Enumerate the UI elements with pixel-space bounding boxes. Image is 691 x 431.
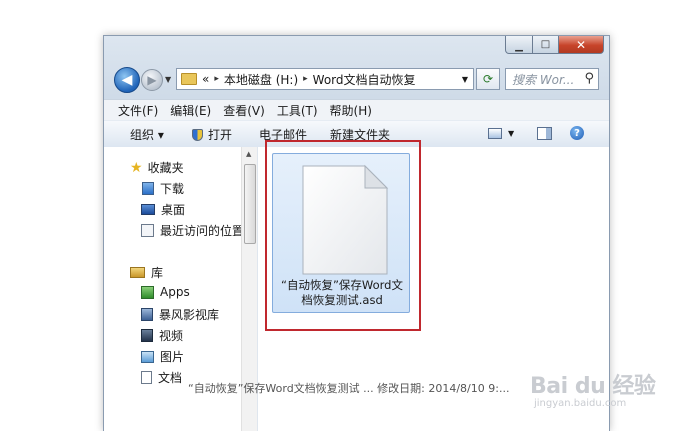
- nav-item-label: 桌面: [161, 203, 186, 217]
- details-pane-text: “自动恢复”保存Word文档恢复测试 ... 修改日期: 2014/8/10 9…: [188, 382, 510, 395]
- folder-icon: [181, 73, 197, 85]
- search-placeholder: 搜索 Wor...: [512, 72, 575, 87]
- nav-item-pictures[interactable]: 图片: [141, 348, 184, 365]
- forward-button[interactable]: ▶: [141, 69, 163, 91]
- nav-favorites[interactable]: ★ 收藏夹: [130, 159, 184, 176]
- crumb-folder[interactable]: Word文档自动恢复: [313, 71, 416, 88]
- nav-item-label: 文档: [158, 371, 183, 385]
- recent-pages-dropdown[interactable]: ▼: [165, 75, 171, 84]
- scroll-thumb[interactable]: [244, 164, 256, 244]
- arrow-right-icon: ▶: [147, 73, 157, 87]
- address-bar[interactable]: « ▸ 本地磁盘 (H:) ▸ Word文档自动恢复 ▼: [176, 68, 474, 90]
- chevron-right-icon[interactable]: ▸: [214, 74, 219, 84]
- menu-help[interactable]: 帮助(H): [330, 102, 372, 119]
- address-history[interactable]: «: [202, 72, 209, 86]
- recent-places-icon: [141, 224, 154, 237]
- menu-edit[interactable]: 编辑(E): [170, 102, 211, 119]
- scroll-up-icon[interactable]: ▲: [246, 150, 251, 158]
- preview-pane-icon: [537, 127, 552, 140]
- minimize-icon: ▁: [515, 41, 523, 52]
- open-label: 打开: [208, 128, 233, 142]
- watermark-url: jingyan.baidu.com: [534, 398, 627, 409]
- search-icon[interactable]: ⚲: [584, 71, 594, 86]
- nav-libraries-label: 库: [151, 266, 164, 280]
- watermark-brand: Bai du 经验: [530, 374, 656, 399]
- view-icon: [488, 128, 502, 139]
- chevron-down-icon: ▼: [508, 129, 515, 138]
- crumb-drive[interactable]: 本地磁盘 (H:): [224, 71, 298, 88]
- close-button[interactable]: ✕: [558, 36, 604, 54]
- star-icon: ★: [130, 159, 143, 176]
- back-button[interactable]: ◀: [114, 67, 140, 93]
- maximize-button[interactable]: □: [532, 36, 559, 54]
- shield-icon: [192, 128, 203, 141]
- nav-item-label: 暴风影视库: [159, 308, 220, 322]
- menu-file[interactable]: 文件(F): [118, 102, 158, 119]
- nav-item-label: Apps: [160, 285, 190, 299]
- nav-item-apps[interactable]: Apps: [141, 285, 190, 299]
- picture-icon: [141, 350, 154, 363]
- menu-bar: 文件(F) 编辑(E) 查看(V) 工具(T) 帮助(H): [104, 99, 609, 120]
- nav-item-downloads[interactable]: 下载: [142, 180, 184, 197]
- document-icon: [141, 371, 152, 384]
- organize-button[interactable]: 组织 ▾: [130, 126, 164, 143]
- desktop-icon: [141, 204, 155, 215]
- nav-favorites-label: 收藏夹: [147, 161, 184, 175]
- nav-item-baofeng[interactable]: 暴风影视库: [141, 306, 219, 323]
- nav-item-documents[interactable]: 文档: [141, 369, 182, 386]
- nav-item-desktop[interactable]: 桌面: [141, 201, 185, 218]
- nav-item-label: 最近访问的位置: [160, 224, 245, 238]
- nav-item-label: 下载: [160, 182, 185, 196]
- nav-item-recent[interactable]: 最近访问的位置: [141, 222, 244, 239]
- chevron-down-icon[interactable]: ▼: [462, 75, 468, 84]
- minimize-button[interactable]: ▁: [505, 36, 533, 54]
- watermark: Bai du 经验 jingyan.baidu.com: [530, 368, 656, 409]
- chevron-right-icon[interactable]: ▸: [303, 74, 308, 84]
- nav-item-label: 图片: [160, 350, 185, 364]
- refresh-button[interactable]: ⟳: [476, 68, 500, 90]
- question-icon: ?: [570, 126, 584, 140]
- change-view-button[interactable]: ▼: [488, 128, 514, 139]
- download-icon: [142, 182, 154, 195]
- media-library-icon: [141, 308, 153, 321]
- help-button[interactable]: ?: [570, 126, 584, 140]
- apps-icon: [141, 285, 154, 299]
- menu-view[interactable]: 查看(V): [223, 102, 265, 119]
- library-icon: [130, 267, 145, 278]
- search-input[interactable]: 搜索 Wor... ⚲: [505, 68, 599, 90]
- nav-item-label: 视频: [159, 329, 184, 343]
- open-button[interactable]: 打开: [192, 126, 232, 143]
- nav-item-videos[interactable]: 视频: [141, 327, 183, 344]
- highlight-annotation: [265, 140, 421, 331]
- nav-libraries[interactable]: 库: [130, 264, 163, 281]
- menu-tools[interactable]: 工具(T): [277, 102, 318, 119]
- refresh-icon: ⟳: [482, 72, 494, 86]
- video-icon: [141, 329, 153, 342]
- arrow-left-icon: ◀: [121, 72, 133, 88]
- preview-pane-button[interactable]: [537, 127, 552, 140]
- maximize-icon: □: [540, 39, 551, 50]
- close-icon: ✕: [575, 37, 587, 52]
